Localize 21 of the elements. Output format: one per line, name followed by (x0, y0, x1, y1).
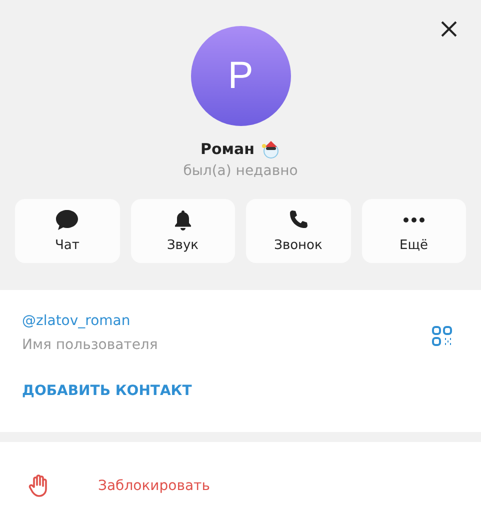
close-button[interactable] (439, 19, 459, 39)
close-icon (439, 19, 459, 39)
block-user-button[interactable]: Заблокировать (0, 462, 481, 510)
phone-icon (287, 209, 310, 231)
username[interactable]: @zlatov_roman (22, 290, 130, 329)
contact-name: Роман (200, 140, 255, 158)
sound-action-button[interactable]: Звук (130, 199, 235, 263)
chat-bubble-icon (55, 209, 80, 231)
qr-code-button[interactable] (431, 325, 453, 347)
hand-icon (28, 474, 50, 498)
add-contact-button[interactable]: ДОБАВИТЬ КОНТАКТ (22, 383, 192, 399)
username-label: Имя пользователя (22, 337, 159, 353)
avatar-letter: Р (228, 54, 254, 98)
chat-action-button[interactable]: Чат (15, 199, 120, 263)
snowman-emoji-icon (260, 139, 281, 159)
qr-code-icon (431, 325, 453, 347)
last-seen-status: был(а) недавно (182, 163, 299, 179)
bell-icon (172, 209, 193, 231)
more-icon (402, 217, 425, 223)
more-action-button[interactable]: Ещё (362, 199, 466, 263)
call-action-button[interactable]: Звонок (246, 199, 350, 263)
